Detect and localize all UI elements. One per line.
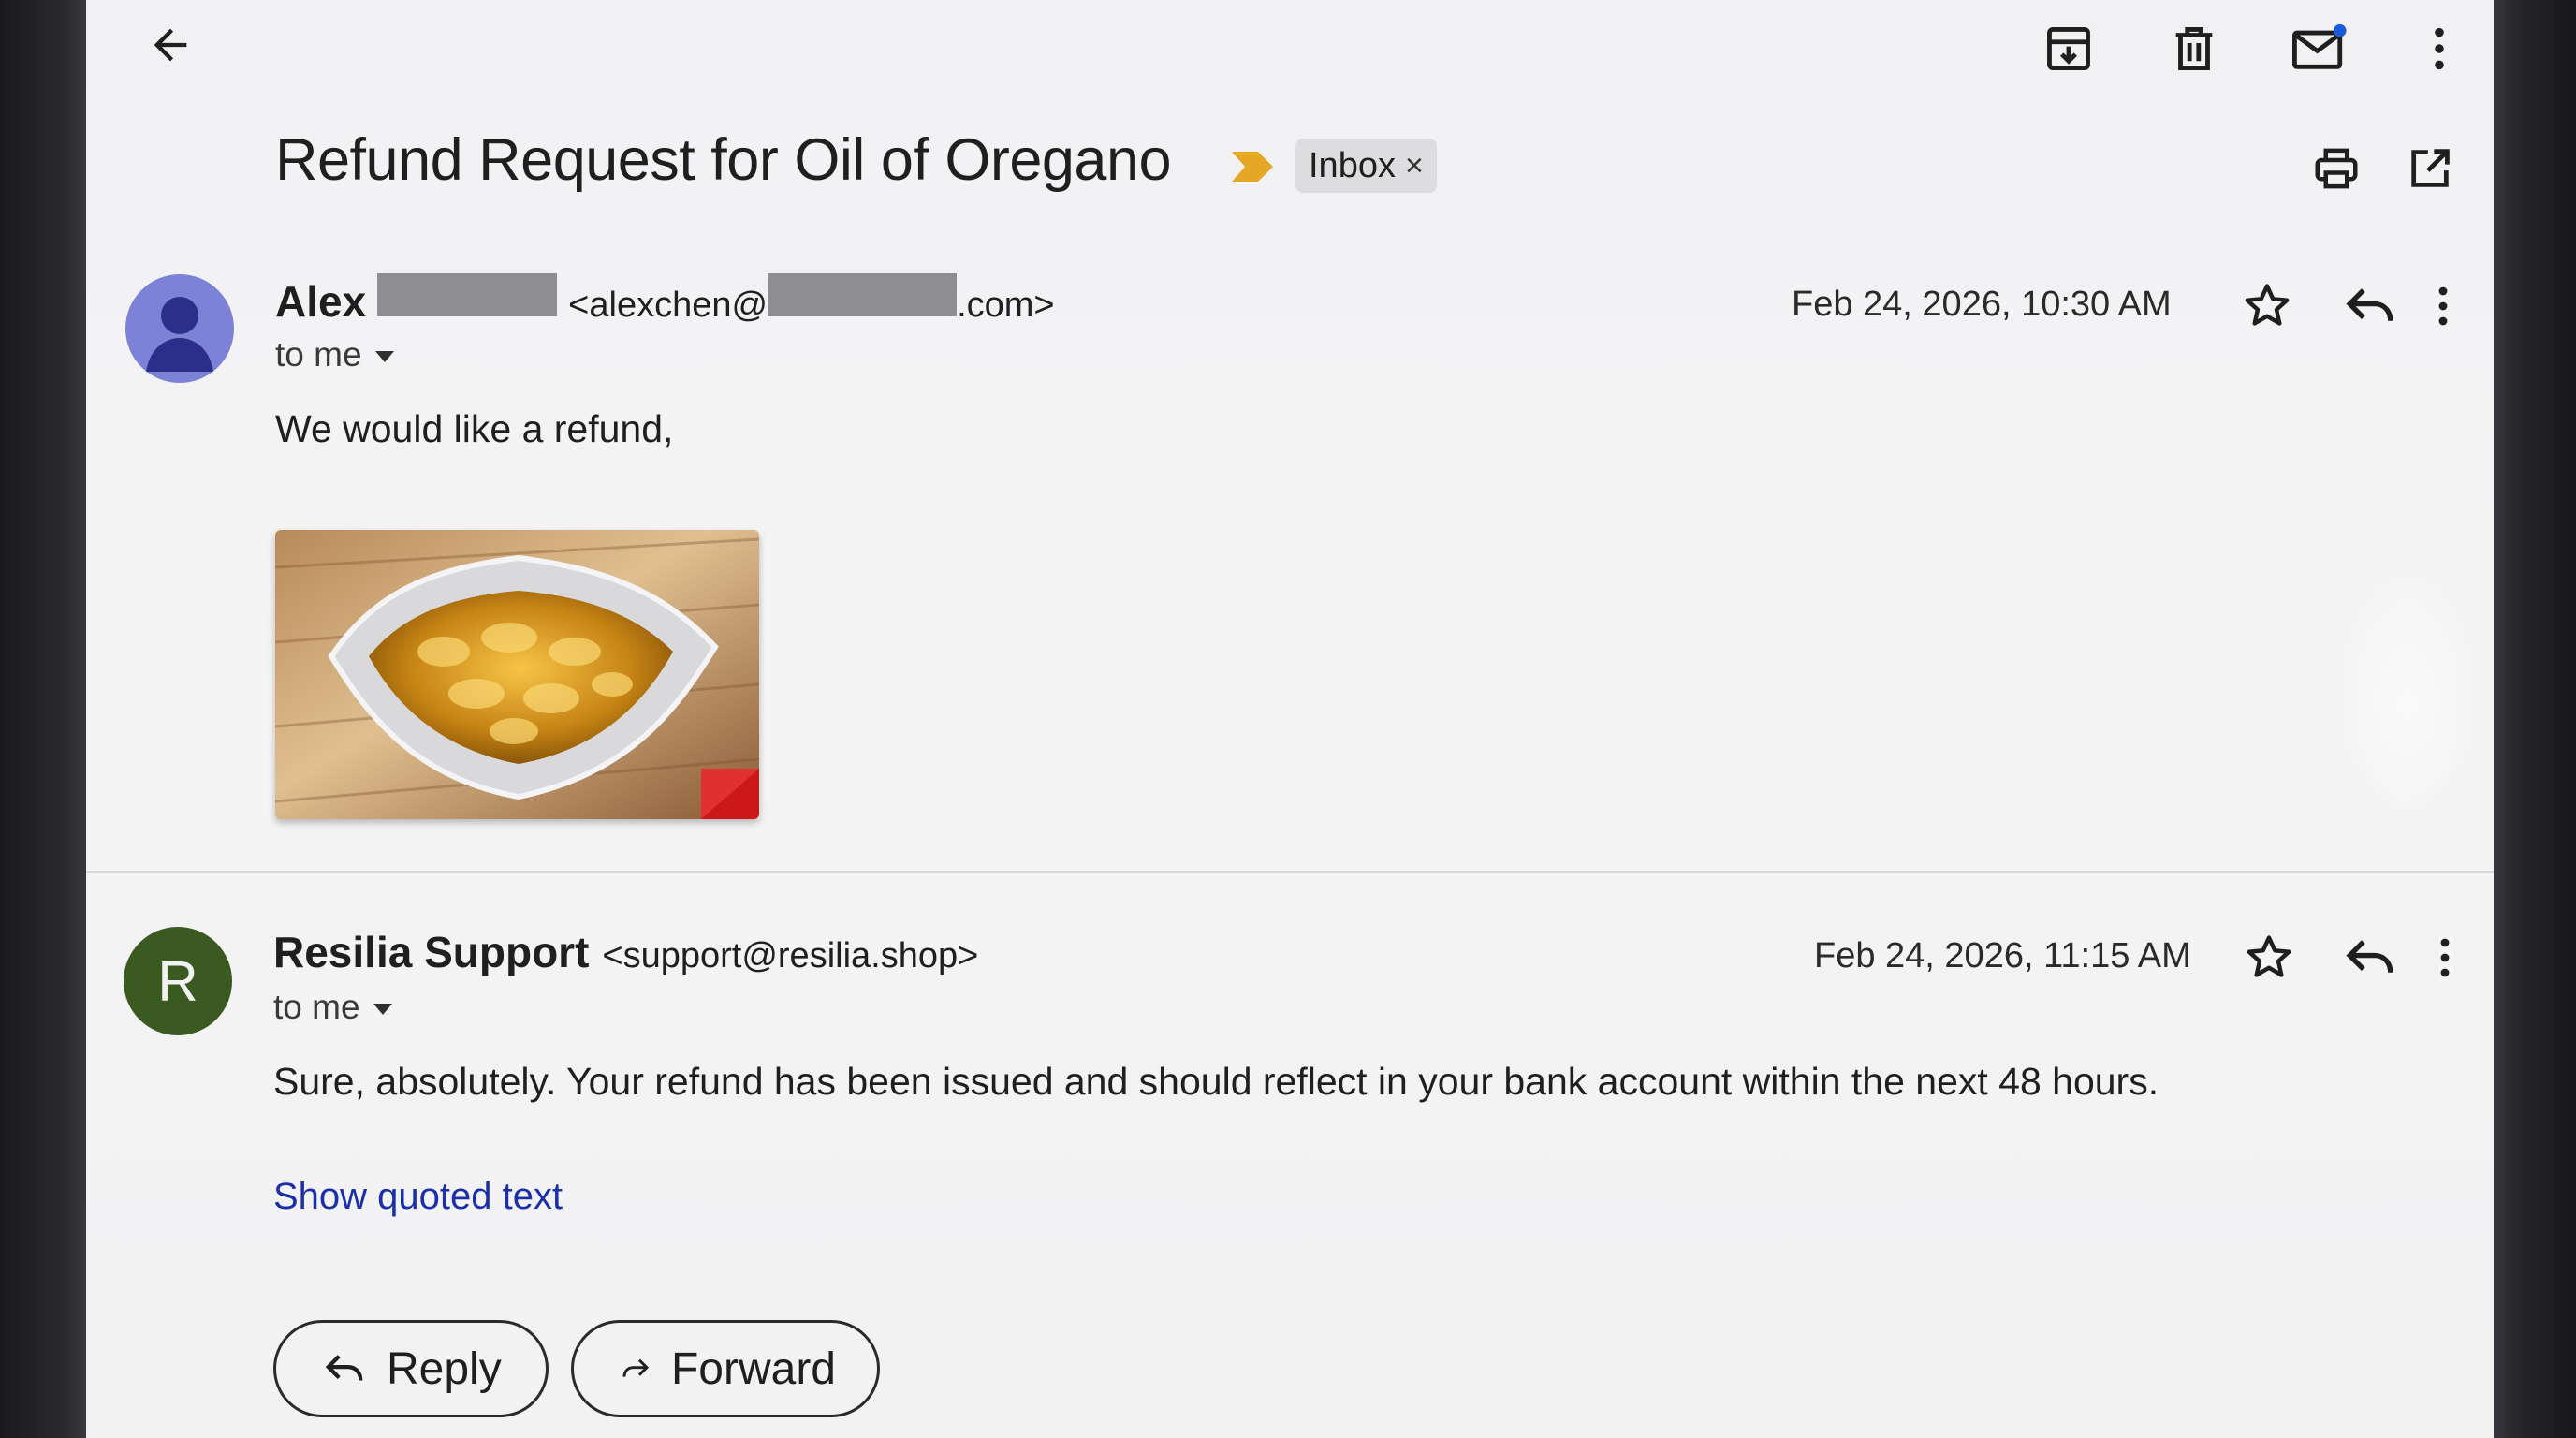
more-options-button[interactable] [2402, 11, 2477, 86]
star-button[interactable] [2232, 920, 2306, 995]
message-divider [86, 871, 2494, 873]
email-subject: Refund Request for Oil of Oregano [275, 127, 1172, 193]
sender-name[interactable]: Alex [275, 276, 366, 327]
inbox-label-chip[interactable]: Inbox × [1295, 139, 1437, 193]
mark-unread-button[interactable] [2282, 11, 2357, 86]
open-in-new-window-button[interactable] [2393, 131, 2467, 206]
device-bezel-right [2494, 0, 2576, 1438]
delete-button[interactable] [2157, 11, 2232, 86]
message-body: We would like a refund, [275, 407, 674, 450]
remove-label-button[interactable]: × [1405, 148, 1424, 184]
recipient-details-toggle[interactable]: to me [273, 988, 392, 1027]
reply-button[interactable]: Reply [273, 1320, 549, 1417]
reply-icon [2346, 288, 2393, 321]
reply-icon [325, 1355, 363, 1381]
open-in-new-icon [2411, 149, 2450, 187]
star-button[interactable] [2230, 269, 2305, 344]
message-1-sender-line: Alex <alexchen@ .com> [275, 273, 1055, 327]
screen-glare [2333, 562, 2482, 843]
redacted-email-domain [768, 273, 958, 316]
trash-icon [2175, 27, 2213, 70]
caret-down-icon [374, 351, 394, 362]
message-body: Sure, absolutely. Your refund has been i… [273, 1060, 2159, 1103]
reply-icon-button[interactable] [2333, 269, 2408, 344]
sender-email-suffix: .com> [957, 286, 1055, 325]
person-avatar-icon [146, 297, 213, 372]
device-bezel-left [0, 0, 92, 1438]
sender-email: <support@resilia.shop> [602, 936, 979, 976]
message-more-button[interactable] [2406, 269, 2481, 344]
to-line: to me [273, 988, 360, 1026]
caret-down-icon [373, 1004, 392, 1015]
mail-unread-icon [2292, 23, 2347, 69]
star-outline-icon [2245, 284, 2290, 326]
oil-of-oregano-softgels-photo [275, 530, 759, 819]
print-icon [2315, 148, 2358, 189]
importance-marker-icon [1232, 152, 1273, 182]
recipient-details-toggle[interactable]: to me [275, 335, 394, 374]
more-vert-icon [2438, 286, 2448, 326]
sender-avatar-resilia[interactable]: R [124, 927, 232, 1035]
message-2-sender-line: Resilia Support <support@resilia.shop> [273, 927, 978, 977]
sender-name[interactable]: Resilia Support [273, 927, 589, 977]
reply-icon-button[interactable] [2333, 920, 2408, 995]
message-date: Feb 24, 2026, 11:15 AM [1814, 936, 2191, 976]
show-quoted-text-link[interactable]: Show quoted text [273, 1176, 563, 1218]
archive-icon [2047, 27, 2090, 70]
forward-label: Forward [670, 1343, 836, 1394]
message-more-button[interactable] [2408, 920, 2482, 995]
redacted-surname [377, 273, 558, 316]
message-date: Feb 24, 2026, 10:30 AM [1792, 285, 2172, 324]
more-vert-icon [2435, 27, 2444, 70]
sender-email-prefix: <alexchen@ [568, 286, 768, 325]
star-outline-icon [2247, 935, 2291, 977]
image-attachment[interactable] [275, 530, 759, 819]
print-button[interactable] [2299, 131, 2374, 206]
to-line: to me [275, 335, 362, 374]
reply-label: Reply [387, 1343, 502, 1394]
email-thread-view: Refund Request for Oil of Oregano Inbox … [86, 0, 2494, 1438]
more-vert-icon [2440, 938, 2450, 977]
sender-avatar-alex[interactable] [125, 274, 234, 383]
forward-icon [622, 1358, 650, 1377]
arrow-left-icon [154, 28, 187, 62]
reply-icon [2346, 940, 2393, 973]
back-button[interactable] [133, 7, 208, 82]
label-text: Inbox [1309, 145, 1396, 185]
forward-button[interactable]: Forward [571, 1320, 880, 1417]
archive-button[interactable] [2031, 11, 2106, 86]
